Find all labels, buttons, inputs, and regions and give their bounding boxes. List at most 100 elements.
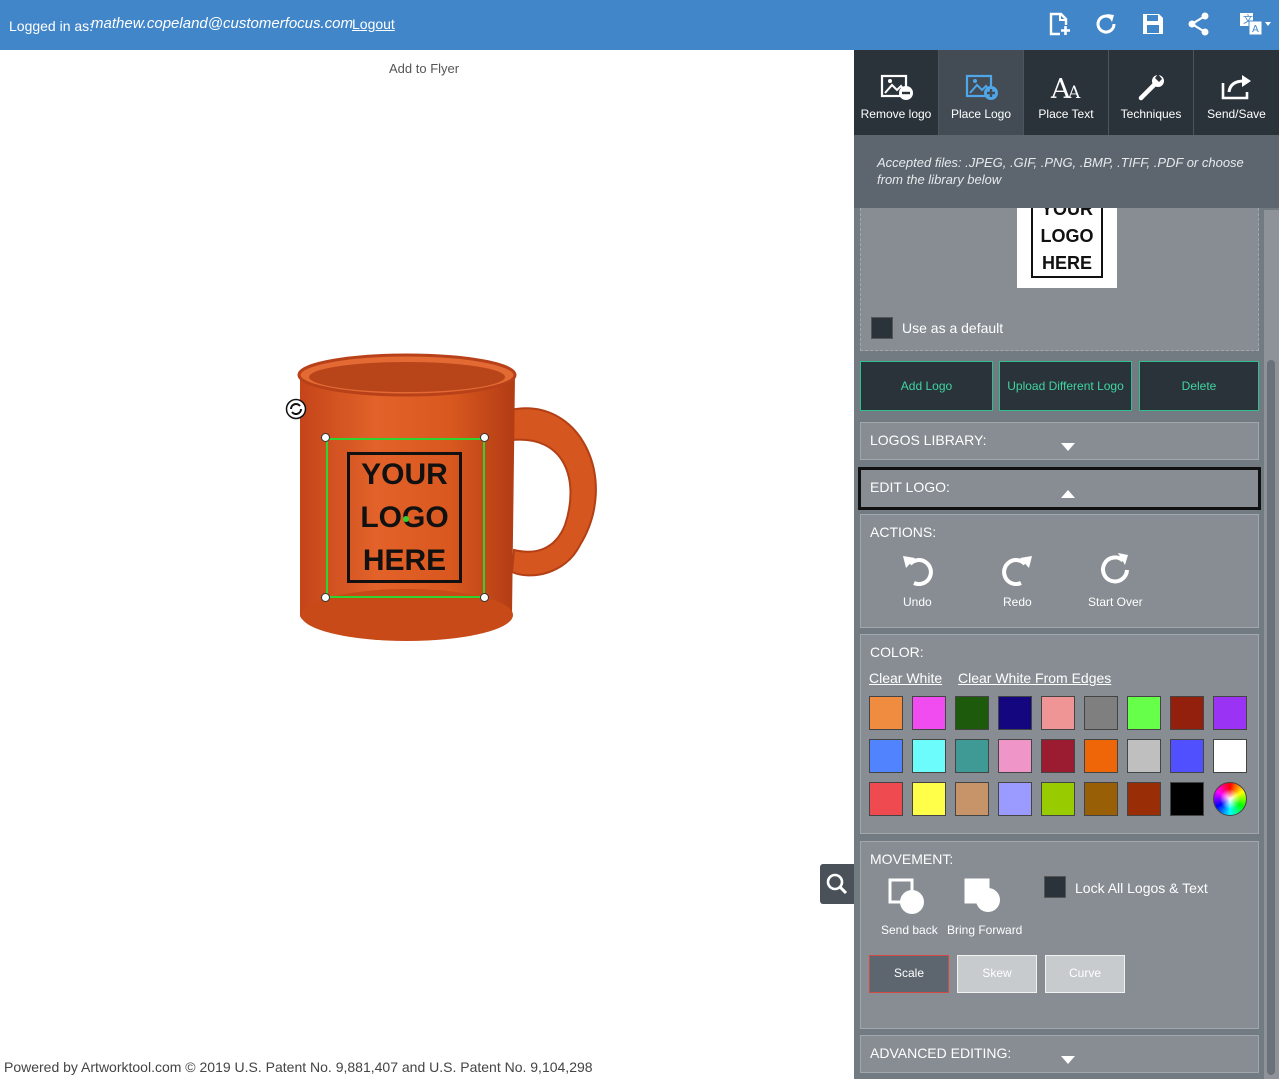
chevron-up-icon[interactable]: [1061, 490, 1075, 498]
tab-send-save[interactable]: Send/Save: [1194, 50, 1279, 135]
logo-preview-thumbnail[interactable]: YOUR LOGO HERE: [1017, 208, 1117, 288]
color-swatch[interactable]: [869, 696, 903, 730]
tab-label: Send/Save: [1207, 107, 1266, 121]
color-swatch[interactable]: [1041, 739, 1075, 773]
clear-white-edges-link[interactable]: Clear White From Edges: [958, 670, 1111, 686]
movement-title: MOVEMENT:: [870, 851, 954, 867]
search-icon: [826, 873, 848, 895]
undo-icon[interactable]: [901, 552, 935, 586]
use-as-default-label: Use as a default: [902, 320, 1004, 336]
resize-handle-bottom-right[interactable]: [480, 593, 489, 602]
start-over-icon[interactable]: [1098, 552, 1134, 588]
undo-label: Undo: [903, 595, 932, 609]
color-swatch[interactable]: [998, 782, 1032, 816]
tab-label: Remove logo: [860, 107, 932, 121]
side-panel: Remove logo Place Logo A A Place Text Te…: [854, 50, 1279, 1079]
color-swatch[interactable]: [1213, 696, 1247, 730]
resize-handle-top-left[interactable]: [321, 433, 330, 442]
color-swatch[interactable]: [955, 739, 989, 773]
color-swatch[interactable]: [912, 739, 946, 773]
color-swatch[interactable]: [1084, 782, 1118, 816]
scale-button[interactable]: Scale: [869, 955, 949, 993]
advanced-editing-title: ADVANCED EDITING:: [870, 1045, 1012, 1061]
bring-forward-icon[interactable]: [964, 878, 1004, 918]
color-swatch[interactable]: [998, 739, 1032, 773]
tab-label: Place Text: [1038, 107, 1094, 121]
resize-handle-bottom-left[interactable]: [321, 593, 330, 602]
share-icon[interactable]: [1186, 11, 1212, 37]
preview-text-line: YOUR: [1040, 208, 1093, 219]
refresh-icon[interactable]: [1093, 11, 1119, 37]
rotate-handle-icon[interactable]: [285, 398, 307, 420]
send-back-label: Send back: [881, 923, 938, 937]
color-swatch[interactable]: [1127, 782, 1161, 816]
color-swatch[interactable]: [1170, 739, 1204, 773]
preview-text-line: HERE: [1041, 252, 1092, 273]
logos-library-header[interactable]: LOGOS LIBRARY:: [860, 422, 1259, 460]
add-page-icon[interactable]: [1046, 11, 1072, 37]
add-logo-button[interactable]: Add Logo: [860, 361, 993, 411]
color-swatch[interactable]: [869, 739, 903, 773]
lock-all-checkbox[interactable]: [1044, 876, 1066, 898]
user-email: mathew.copeland@customerfocus.com: [91, 15, 354, 32]
bring-forward-label: Bring Forward: [947, 923, 1023, 937]
chevron-down-icon[interactable]: [1061, 443, 1075, 451]
add-to-flyer-link[interactable]: Add to Flyer: [389, 61, 459, 76]
top-bar: Logged in as: mathew.copeland@customerfo…: [0, 0, 1279, 50]
color-swatch[interactable]: [1170, 696, 1204, 730]
logout-link[interactable]: Logout: [352, 16, 395, 32]
color-swatch[interactable]: [1084, 739, 1118, 773]
preview-text-line: LOGO: [1040, 225, 1094, 246]
upload-different-logo-button[interactable]: Upload Different Logo: [999, 361, 1132, 411]
tab-place-text[interactable]: A A Place Text: [1024, 50, 1109, 135]
tab-techniques[interactable]: Techniques: [1109, 50, 1194, 135]
resize-handle-top-right[interactable]: [480, 433, 489, 442]
start-over-label: Start Over: [1088, 595, 1143, 609]
wrench-icon: [1138, 74, 1164, 101]
color-swatch[interactable]: [1127, 696, 1161, 730]
color-swatch[interactable]: [869, 782, 903, 816]
delete-logo-button[interactable]: Delete: [1139, 361, 1259, 411]
center-point[interactable]: [403, 516, 409, 522]
color-swatch[interactable]: [1084, 696, 1118, 730]
color-swatch[interactable]: [955, 782, 989, 816]
skew-button[interactable]: Skew: [957, 955, 1037, 993]
color-swatch[interactable]: [912, 696, 946, 730]
actions-title: ACTIONS:: [870, 524, 937, 540]
lock-all-label: Lock All Logos & Text: [1075, 880, 1208, 896]
color-swatch[interactable]: [998, 696, 1032, 730]
add-image-icon: [965, 74, 998, 100]
zoom-button[interactable]: [820, 864, 854, 904]
color-swatch[interactable]: [1213, 739, 1247, 773]
redo-icon[interactable]: [1000, 552, 1034, 586]
tool-tabs: Remove logo Place Logo A A Place Text Te…: [854, 50, 1279, 135]
text-icon: A A: [1050, 74, 1081, 101]
clear-white-link[interactable]: Clear White: [869, 670, 942, 686]
save-icon[interactable]: [1140, 11, 1166, 37]
color-swatch[interactable]: [1041, 782, 1075, 816]
send-back-icon[interactable]: [888, 878, 928, 918]
tab-label: Place Logo: [950, 107, 1012, 121]
curve-button[interactable]: Curve: [1045, 955, 1125, 993]
use-as-default-checkbox[interactable]: [871, 317, 893, 339]
color-swatch[interactable]: [955, 696, 989, 730]
logged-in-label: Logged in as:: [9, 18, 94, 34]
tab-remove-logo[interactable]: Remove logo: [854, 50, 939, 135]
share-arrow-icon: [1221, 75, 1251, 100]
redo-label: Redo: [1003, 595, 1032, 609]
advanced-editing-header[interactable]: ADVANCED EDITING:: [860, 1035, 1259, 1073]
chevron-down-icon[interactable]: [1061, 1056, 1075, 1064]
color-swatch[interactable]: [1041, 696, 1075, 730]
footer-text: Powered by Artworktool.com © 2019 U.S. P…: [4, 1059, 593, 1075]
color-swatch[interactable]: [912, 782, 946, 816]
translate-icon[interactable]: 文 A: [1238, 11, 1272, 37]
edit-logo-title: EDIT LOGO:: [870, 479, 950, 495]
svg-text:A: A: [1067, 83, 1081, 101]
color-picker-wheel-icon[interactable]: [1213, 782, 1247, 816]
color-swatch[interactable]: [1127, 739, 1161, 773]
panel-scrollbar-thumb[interactable]: [1267, 360, 1275, 1075]
edit-logo-header[interactable]: EDIT LOGO:: [858, 467, 1261, 510]
color-swatch[interactable]: [1170, 782, 1204, 816]
tab-place-logo[interactable]: Place Logo: [939, 50, 1024, 135]
accepted-files-note: Accepted files: .JPEG, .GIF, .PNG, .BMP,…: [854, 135, 1279, 208]
